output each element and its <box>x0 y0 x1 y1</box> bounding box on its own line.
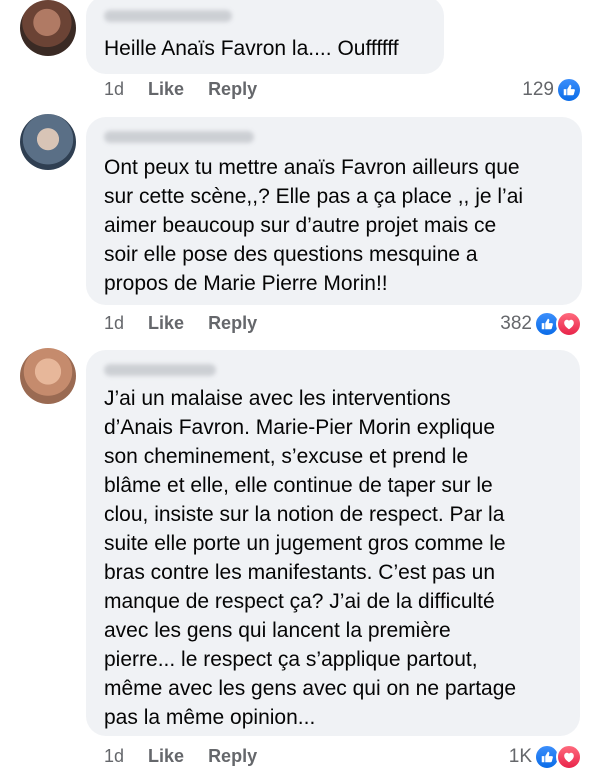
comment-bubble: Heille Anaïs Favron la.... Ouffffff <box>86 0 444 74</box>
reaction-count: 382 <box>500 313 532 334</box>
like-button[interactable]: Like <box>148 746 184 767</box>
love-icon <box>556 744 582 770</box>
reaction-summary[interactable]: 129 <box>522 77 582 103</box>
blurred-author-name <box>104 131 254 143</box>
reaction-summary[interactable]: 382 <box>500 311 582 337</box>
reply-button[interactable]: Reply <box>208 746 257 767</box>
blurred-author-name <box>104 10 232 22</box>
reply-button[interactable]: Reply <box>208 79 257 100</box>
avatar[interactable] <box>20 0 76 56</box>
comment-text: J’ai un malaise avec les interventions d… <box>104 387 517 729</box>
comment-timestamp[interactable]: 1d <box>104 313 124 334</box>
comment-bubble: J’ai un malaise avec les interventions d… <box>86 350 580 736</box>
comment-timestamp[interactable]: 1d <box>104 79 124 100</box>
reaction-summary[interactable]: 1K <box>509 744 582 770</box>
comment-actions: 1d Like Reply <box>104 79 257 100</box>
like-icon <box>556 77 582 103</box>
avatar[interactable] <box>20 348 76 404</box>
comment-actions: 1d Like Reply <box>104 746 257 767</box>
comment-text: Heille Anaïs Favron la.... Ouffffff <box>104 37 399 60</box>
blurred-author-name <box>104 364 216 376</box>
like-button[interactable]: Like <box>148 79 184 100</box>
reaction-count: 1K <box>508 746 532 767</box>
like-button[interactable]: Like <box>148 313 184 334</box>
comment-text: Ont peux tu mettre anaïs Favron ailleurs… <box>104 156 524 295</box>
comment-actions: 1d Like Reply <box>104 313 257 334</box>
avatar[interactable] <box>20 114 76 170</box>
love-icon <box>556 311 582 337</box>
comment-timestamp[interactable]: 1d <box>104 746 124 767</box>
comment-bubble: Ont peux tu mettre anaïs Favron ailleurs… <box>86 117 582 305</box>
reply-button[interactable]: Reply <box>208 313 257 334</box>
reaction-count: 129 <box>522 79 554 100</box>
